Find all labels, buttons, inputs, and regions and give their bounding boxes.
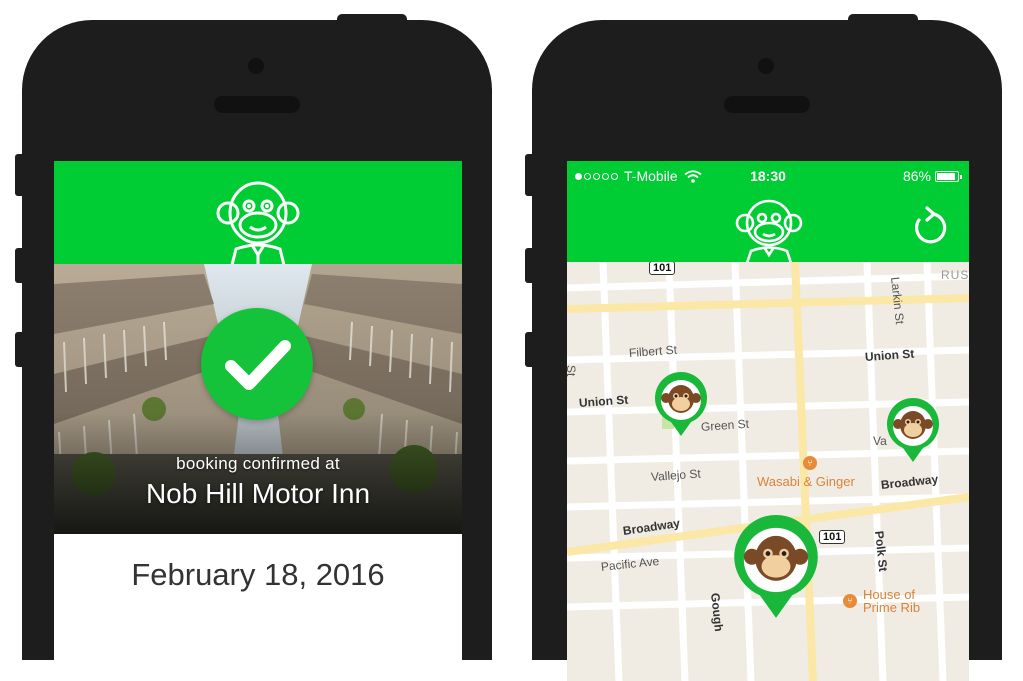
restaurant-icon[interactable]: ⑂: [843, 594, 857, 608]
volume-down-button: [15, 332, 23, 367]
highway-shield-101: 101: [649, 262, 676, 275]
restaurant-icon[interactable]: ⑂: [803, 456, 817, 470]
monkey-pin-selected-icon[interactable]: [731, 514, 821, 622]
date-panel: February 18, 2016: [54, 534, 462, 681]
map-screen: T-Mobile 18:30 86% Filbert St Union St U…: [567, 161, 969, 681]
header-bar: [54, 161, 462, 265]
power-button: [337, 14, 407, 26]
volume-down-button: [525, 332, 533, 367]
mute-switch: [525, 154, 533, 196]
poi-label[interactable]: Wasabi & Ginger: [757, 474, 855, 489]
battery-icon: [935, 170, 962, 182]
highway-shield-101: 101: [819, 530, 846, 544]
poi-label[interactable]: Prime Rib: [863, 600, 920, 615]
left-phone: booking confirmed at Nob Hill Motor Inn …: [22, 20, 492, 681]
checkmark-icon: [225, 340, 291, 390]
hotel-hero-image: booking confirmed at Nob Hill Motor Inn: [54, 264, 462, 534]
hotel-name: Nob Hill Motor Inn: [145, 478, 371, 509]
booking-confirmed-label: booking confirmed at: [176, 454, 340, 473]
monkey-mascot-icon: [735, 199, 803, 263]
booking-confirmation-screen: booking confirmed at Nob Hill Motor Inn …: [54, 161, 462, 681]
monkey-pin-icon[interactable]: [653, 372, 709, 438]
volume-up-button: [15, 248, 23, 283]
front-camera: [248, 58, 264, 74]
power-button: [848, 14, 918, 26]
street-label: St: [567, 365, 578, 377]
front-camera: [758, 58, 774, 74]
right-phone: T-Mobile 18:30 86% Filbert St Union St U…: [532, 20, 1002, 681]
earpiece-speaker: [214, 96, 300, 113]
header-bar: T-Mobile 18:30 86%: [567, 161, 969, 263]
monkey-pin-icon[interactable]: [885, 398, 941, 464]
booking-date: February 18, 2016: [131, 557, 385, 592]
map-view[interactable]: Filbert St Union St Union St Green St Va…: [567, 262, 969, 681]
battery-status: 86%: [902, 168, 962, 184]
refresh-icon[interactable]: [911, 206, 947, 246]
mute-switch: [15, 154, 23, 196]
volume-up-button: [525, 248, 533, 283]
street-label: RUS: [941, 268, 969, 282]
earpiece-speaker: [724, 96, 810, 113]
status-bar: T-Mobile 18:30 86%: [567, 161, 969, 189]
monkey-mascot-icon: [216, 181, 300, 265]
checkmark-badge: [201, 308, 313, 420]
battery-percent: 86%: [902, 168, 931, 184]
